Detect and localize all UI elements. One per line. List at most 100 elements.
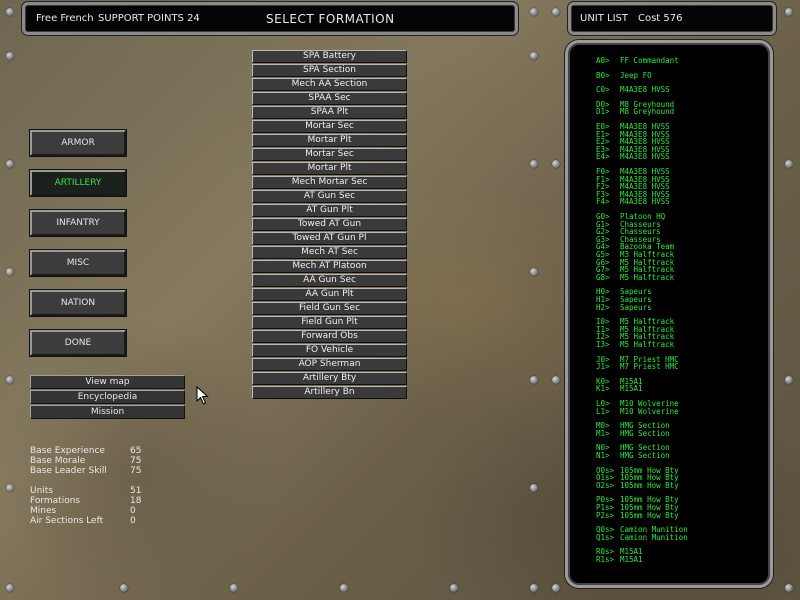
unit-list-item[interactable]: O2s> 105mm How Bty: [596, 480, 679, 490]
unit-list-item[interactable]: H2> Sapeurs: [596, 302, 652, 312]
nation-label: Free French: [36, 13, 94, 24]
unit-code: Q1s>: [596, 532, 615, 542]
category-button-nation[interactable]: NATION: [29, 289, 127, 317]
formation-item[interactable]: FO Vehicle: [252, 344, 407, 357]
stat-row: Formations 18: [30, 496, 170, 506]
unit-list-item[interactable]: N1> HMG Section: [596, 452, 670, 460]
unit-list-item[interactable]: L1> M10 Wolverine: [596, 406, 679, 416]
category-button-armor[interactable]: ARMOR: [29, 129, 127, 157]
rivet: [530, 268, 538, 276]
unit-list-item[interactable]: D1> M8 Greyhound: [596, 108, 674, 116]
rivet: [785, 160, 793, 168]
unit-name: FF Commandant: [620, 56, 679, 65]
stat-value: 65: [130, 446, 142, 456]
unit-name: 105mm How Bty: [620, 510, 679, 520]
formation-item[interactable]: AA Gun Plt: [252, 288, 407, 301]
formation-item[interactable]: Field Gun Sec: [252, 302, 407, 315]
unit-name: M5 Halftrack: [620, 272, 675, 282]
formation-item[interactable]: Mech AT Sec: [252, 246, 407, 259]
unit-name: M4A3E8 HVSS: [620, 197, 670, 207]
unit-name: 105mm How Bty: [620, 480, 679, 490]
formation-item[interactable]: Artillery Bty: [252, 372, 407, 385]
formation-item[interactable]: AOP Sherman: [252, 358, 407, 371]
rivet: [530, 8, 538, 16]
rivet: [785, 8, 793, 16]
formation-item[interactable]: Artillery Bn: [252, 386, 407, 399]
unit-code: A0>: [596, 56, 610, 65]
encyclopedia-button[interactable]: Encyclopedia: [30, 390, 185, 404]
unit-name: M7 Priest HMC: [620, 362, 679, 372]
unit-list-panel[interactable]: A0> FF Commandant B0> Jeep FO C0> M4A3E8 HVSS…: [565, 40, 773, 588]
unit-code: D1>: [596, 107, 610, 117]
unit-list-item[interactable]: P2s> 105mm How Bty: [596, 510, 679, 520]
rivet: [6, 484, 14, 492]
unit-name: Sapeurs: [620, 302, 652, 312]
rivet: [6, 584, 14, 592]
unit-code: R1s>: [596, 555, 615, 564]
rivet: [530, 584, 538, 592]
rivet: [450, 584, 458, 592]
category-button-done[interactable]: DONE: [29, 329, 127, 357]
stat-label: Units: [30, 486, 54, 496]
formation-item[interactable]: SPA Battery: [252, 50, 407, 63]
formation-item[interactable]: AT Gun Plt: [252, 204, 407, 217]
unit-list-item[interactable]: E4> M4A3E8 HVSS: [596, 153, 670, 161]
rivet: [6, 160, 14, 168]
formation-item[interactable]: Field Gun Plt: [252, 316, 407, 329]
formation-item[interactable]: SPA Section: [252, 64, 407, 77]
unit-list-item[interactable]: A0> FF Commandant: [596, 57, 679, 65]
unit-list-item[interactable]: G8> M5 Halftrack: [596, 272, 675, 282]
unit-list-item[interactable]: R1s> M15A1: [596, 556, 643, 564]
mission-button[interactable]: Mission: [30, 405, 185, 419]
unit-code: M1>: [596, 428, 610, 438]
unit-name: Camion Munition: [620, 532, 688, 542]
mouse-cursor-icon: [196, 386, 209, 405]
unit-name: HMG Section: [620, 451, 670, 460]
unit-list-item[interactable]: C0> M4A3E8 HVSS: [596, 86, 670, 94]
rivet: [785, 584, 793, 592]
rivet: [552, 584, 560, 592]
unit-name: M10 Wolverine: [620, 406, 679, 416]
unit-code: B0>: [596, 70, 610, 80]
category-button-artillery[interactable]: ARTILLERY: [29, 169, 127, 197]
formation-item[interactable]: AA Gun Sec: [252, 274, 407, 287]
formation-item[interactable]: Mortar Sec: [252, 120, 407, 133]
unit-code: G8>: [596, 272, 610, 282]
unit-name: HMG Section: [620, 428, 670, 438]
unit-list-item[interactable]: I3> M5 Halftrack: [596, 341, 674, 349]
formation-item[interactable]: Forward Obs: [252, 330, 407, 343]
formation-item[interactable]: SPAA Sec: [252, 92, 407, 105]
category-button-infantry[interactable]: INFANTRY: [29, 209, 127, 237]
unit-name: M4A3E8 HVSS: [620, 85, 670, 95]
unit-list-item[interactable]: M1> HMG Section: [596, 428, 670, 438]
stat-row: Mines 0: [30, 506, 170, 516]
formation-item[interactable]: Mortar Plt: [252, 134, 407, 147]
unit-list-item[interactable]: F4> M4A3E8 HVSS: [596, 198, 670, 206]
stat-value: 75: [130, 456, 142, 466]
stat-value: 18: [130, 496, 142, 506]
rivet: [552, 8, 560, 16]
formation-item[interactable]: SPAA Plt: [252, 106, 407, 119]
unit-list-item[interactable]: Q1s> Camion Munition: [596, 532, 688, 542]
formation-item[interactable]: Mortar Sec: [252, 148, 407, 161]
formation-item[interactable]: Mortar Plt: [252, 162, 407, 175]
stat-value: 0: [130, 516, 136, 526]
unit-list-item[interactable]: B0> Jeep FO: [596, 70, 652, 80]
unit-code: H2>: [596, 302, 610, 312]
formation-item[interactable]: Mech Mortar Sec: [252, 176, 407, 189]
formation-item[interactable]: Mech AA Section: [252, 78, 407, 91]
unit-list-item[interactable]: K1> M15A1: [596, 385, 643, 393]
formation-item[interactable]: Towed AT Gun: [252, 218, 407, 231]
support-points-label: SUPPORT POINTS 24: [98, 13, 200, 24]
formation-item[interactable]: Towed AT Gun Pl: [252, 232, 407, 245]
rivet: [530, 484, 538, 492]
rivet: [120, 584, 128, 592]
unit-list-item[interactable]: J1> M7 Priest HMC: [596, 363, 679, 371]
formation-item[interactable]: Mech AT Platoon: [252, 260, 407, 273]
category-button-misc[interactable]: MISC: [29, 249, 127, 277]
view-map-button[interactable]: View map: [30, 375, 185, 389]
formation-item[interactable]: AT Gun Sec: [252, 190, 407, 203]
cost-label: Cost 576: [638, 13, 683, 24]
stat-row: Air Sections Left 0: [30, 516, 170, 526]
rivet: [6, 268, 14, 276]
